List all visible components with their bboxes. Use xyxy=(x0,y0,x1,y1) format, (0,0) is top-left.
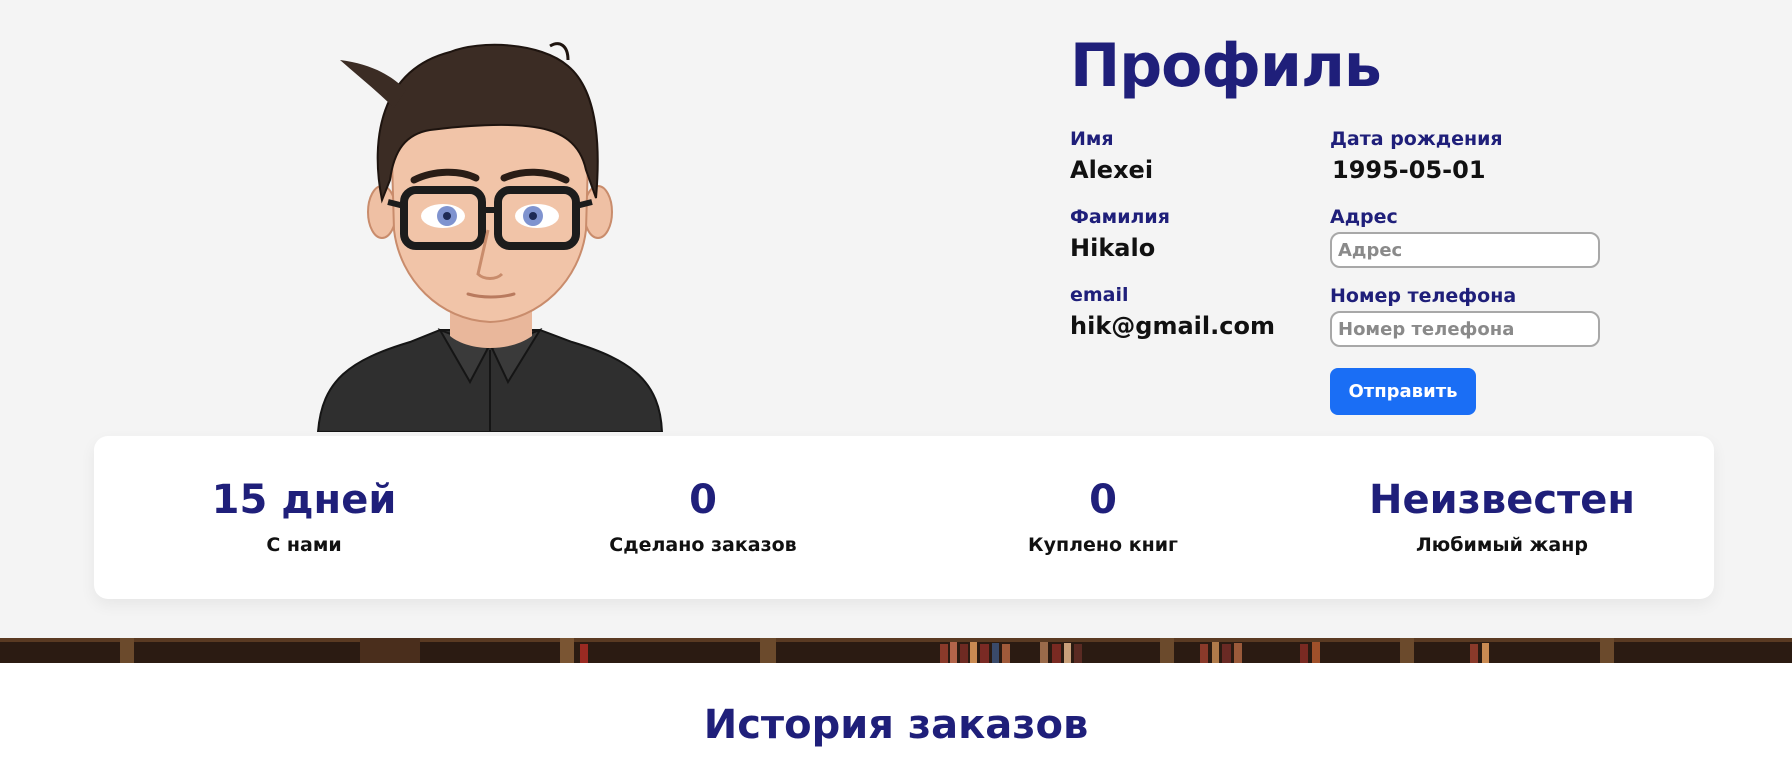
profile-section: Профиль Имя Alexei Фамилия Hikalo email … xyxy=(1070,30,1630,428)
stat-orders-made: 0 Сделано заказов xyxy=(503,476,903,556)
avatar xyxy=(310,30,670,433)
email-label: email xyxy=(1070,284,1129,306)
first-name-value: Alexei xyxy=(1070,156,1154,184)
stat-label: С нами xyxy=(266,534,342,556)
stat-member-since: 15 дней С нами xyxy=(104,476,504,556)
page-title: Профиль xyxy=(1070,31,1382,101)
stat-favorite-genre: Неизвестен Любимый жанр xyxy=(1302,476,1702,556)
last-name-label: Фамилия xyxy=(1070,206,1170,228)
stat-value: 0 xyxy=(689,477,717,523)
orders-history-title: История заказов xyxy=(703,702,1089,748)
phone-input[interactable] xyxy=(1330,311,1600,347)
stat-label: Куплено книг xyxy=(1028,534,1178,556)
profile-fields: Имя Alexei Фамилия Hikalo email hik@gmai… xyxy=(1070,128,1630,428)
first-name-label: Имя xyxy=(1070,128,1114,150)
stats-card: 15 дней С нами 0 Сделано заказов 0 Купле… xyxy=(94,436,1714,599)
birthdate-label: Дата рождения xyxy=(1330,128,1503,150)
bookshelf-banner xyxy=(0,638,1792,663)
submit-button[interactable]: Отправить xyxy=(1330,368,1476,415)
stat-label: Сделано заказов xyxy=(609,534,797,556)
email-value: hik@gmail.com xyxy=(1070,312,1275,340)
profile-page: Профиль Имя Alexei Фамилия Hikalo email … xyxy=(0,0,1792,775)
orders-history-section: История заказов xyxy=(0,663,1792,775)
birthdate-value: 1995-05-01 xyxy=(1332,156,1486,184)
address-label: Адрес xyxy=(1330,206,1398,228)
stat-books-bought: 0 Куплено книг xyxy=(903,476,1303,556)
stat-value: Неизвестен xyxy=(1369,477,1635,523)
last-name-value: Hikalo xyxy=(1070,234,1156,262)
stat-value: 0 xyxy=(1089,477,1117,523)
address-input[interactable] xyxy=(1330,232,1600,268)
stat-label: Любимый жанр xyxy=(1416,534,1588,556)
stat-value: 15 дней xyxy=(211,477,397,523)
phone-label: Номер телефона xyxy=(1330,285,1517,307)
